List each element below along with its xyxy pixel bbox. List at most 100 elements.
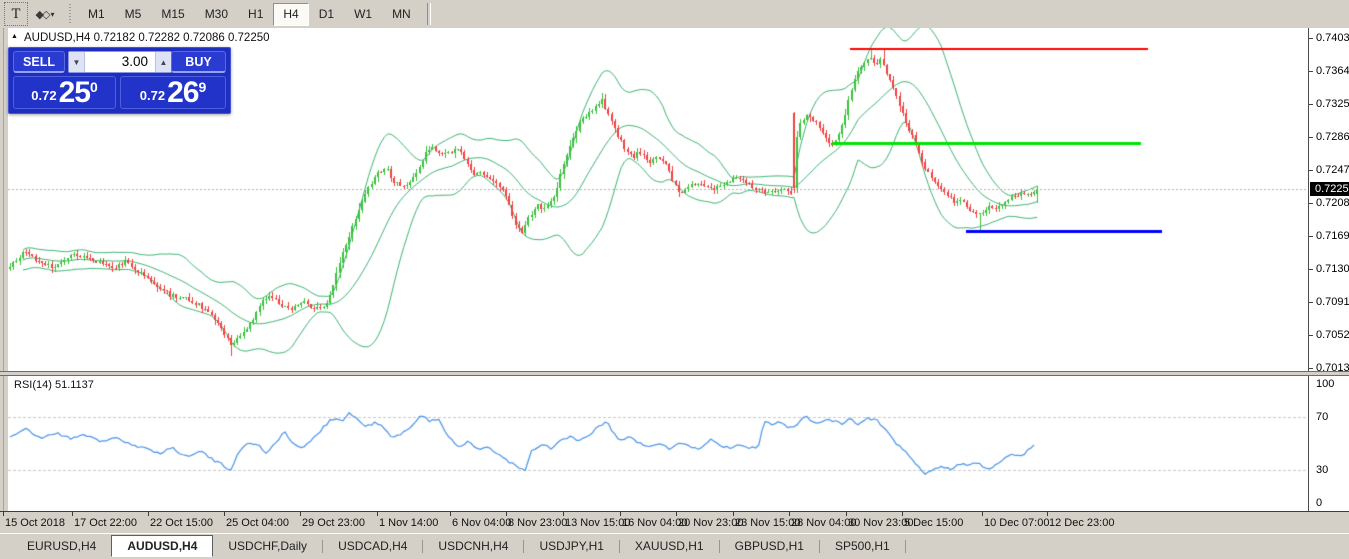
one-click-trading-panel: SELL ▼ 3.00 ▲ BUY 0.72 25 0 0.72 26 9 <box>8 47 231 114</box>
chart-tab-xauusd[interactable]: XAUUSD,H1 <box>620 537 719 556</box>
price-axis-tick <box>1309 71 1313 72</box>
price-axis-tick <box>1309 269 1313 270</box>
toolbar-separator <box>427 3 431 25</box>
chart-tab-usdcnh[interactable]: USDCNH,H4 <box>423 537 523 556</box>
time-axis-tick <box>3 512 4 516</box>
timeframe-button-m1[interactable]: M1 <box>78 3 115 26</box>
chevron-down-icon: ▾ <box>50 10 54 19</box>
time-axis-label: 17 Oct 22:00 <box>74 517 137 529</box>
current-price-tag: 0.72250 <box>1310 182 1349 196</box>
time-axis[interactable]: 15 Oct 2018 17 Oct 22:00 22 Oct 15:00 25 Oc… <box>0 511 1349 533</box>
objects-tool-button[interactable]: ◆◇ ▾ <box>30 3 60 25</box>
time-axis-label: 15 Oct 2018 <box>5 517 65 529</box>
chart-tab-audusd[interactable]: AUDUSD,H4 <box>111 535 213 557</box>
collapse-arrow-icon[interactable]: ▲ <box>11 33 18 40</box>
time-axis-tick <box>300 512 301 516</box>
price-axis-label: 0.73250 <box>1316 98 1349 110</box>
price-axis-tick <box>1309 302 1313 303</box>
chart-tab-usdchf[interactable]: USDCHF,Daily <box>213 537 322 556</box>
buy-price-display[interactable]: 0.72 26 9 <box>120 76 226 109</box>
rsi-axis-label: 100 <box>1316 378 1334 390</box>
timeframe-button-w1[interactable]: W1 <box>344 3 382 26</box>
time-axis-tick <box>563 512 564 516</box>
pane-splitter[interactable] <box>0 371 1349 376</box>
price-axis-label: 0.72860 <box>1316 131 1349 143</box>
chart-tab-gbpusd[interactable]: GBPUSD,H1 <box>720 537 819 556</box>
sell-button[interactable]: SELL <box>13 51 65 73</box>
time-axis-label: 1 Nov 14:00 <box>379 517 438 529</box>
price-axis-label: 0.72080 <box>1316 197 1349 209</box>
buy-price-sup: 9 <box>198 80 206 94</box>
time-axis-label: 25 Oct 04:00 <box>226 517 289 529</box>
buy-button[interactable]: BUY <box>171 51 226 73</box>
time-axis-label: 12 Dec 23:00 <box>1049 517 1114 529</box>
time-axis-tick <box>676 512 677 516</box>
chart-tab-bar: EURUSD,H4AUDUSD,H4USDCHF,DailyUSDCAD,H4U… <box>0 533 1349 556</box>
tab-divider <box>905 540 906 553</box>
terminal-window: T ◆◇ ▾ M1M5M15M30H1H4D1W1MN ▲ AUDUSD,H4 … <box>0 0 1349 559</box>
price-axis-tick <box>1309 170 1313 171</box>
chart-tab-usdjpy[interactable]: USDJPY,H1 <box>524 537 618 556</box>
buy-price-big: 26 <box>167 79 198 107</box>
price-axis-tick <box>1309 203 1313 204</box>
chart-tab-sp500[interactable]: SP500,H1 <box>820 537 905 556</box>
timeframe-button-h1[interactable]: H1 <box>238 3 273 26</box>
price-axis-label: 0.73640 <box>1316 65 1349 77</box>
volume-input[interactable]: 3.00 <box>85 52 155 72</box>
price-axis-label: 0.70910 <box>1316 296 1349 308</box>
price-axis-tick <box>1309 104 1313 105</box>
time-axis-label: 5 Dec 15:00 <box>904 517 963 529</box>
time-axis-tick <box>1047 512 1048 516</box>
price-axis-label: 0.71690 <box>1316 230 1349 242</box>
volume-stepper: ▼ 3.00 ▲ <box>68 51 172 73</box>
time-axis-tick <box>733 512 734 516</box>
price-axis-label: 0.71300 <box>1316 263 1349 275</box>
timeframe-button-m30[interactable]: M30 <box>195 3 238 26</box>
time-axis-label: 29 Oct 23:00 <box>302 517 365 529</box>
timeframe-button-m5[interactable]: M5 <box>115 3 152 26</box>
time-axis-tick <box>148 512 149 516</box>
timeframe-button-d1[interactable]: D1 <box>309 3 344 26</box>
timeframe-button-mn[interactable]: MN <box>382 3 421 26</box>
price-axis[interactable]: 0.740300.736400.732500.728600.724700.720… <box>1308 28 1349 511</box>
time-axis-label: 13 Nov 15:00 <box>565 517 630 529</box>
price-axis-label: 0.72470 <box>1316 164 1349 176</box>
toolbar: T ◆◇ ▾ M1M5M15M30H1H4D1W1MN <box>0 0 1349 29</box>
price-axis-tick <box>1309 335 1313 336</box>
time-axis-tick <box>902 512 903 516</box>
sell-price-prefix: 0.72 <box>31 84 56 107</box>
text-tool-button[interactable]: T <box>4 2 28 26</box>
rsi-canvas[interactable] <box>8 376 1308 511</box>
time-axis-label: 6 Nov 04:00 <box>452 517 511 529</box>
window-left-edge <box>0 28 8 533</box>
time-axis-tick <box>846 512 847 516</box>
volume-decrease-icon[interactable]: ▼ <box>69 52 85 72</box>
volume-increase-icon[interactable]: ▲ <box>155 52 171 72</box>
price-axis-tick <box>1309 38 1313 39</box>
chart-tab-usdcad[interactable]: USDCAD,H4 <box>323 537 422 556</box>
sell-price-display[interactable]: 0.72 25 0 <box>13 76 116 109</box>
objects-icon: ◆◇ <box>36 8 49 21</box>
rsi-indicator-pane[interactable] <box>8 376 1308 511</box>
chart-title: AUDUSD,H4 0.72182 0.72282 0.72086 0.7225… <box>24 32 270 44</box>
time-axis-tick <box>982 512 983 516</box>
toolbar-grip[interactable] <box>68 4 73 24</box>
rsi-axis-label: 0 <box>1316 497 1322 509</box>
timeframe-button-m15[interactable]: M15 <box>151 3 194 26</box>
time-axis-label: 28 Nov 04:00 <box>791 517 856 529</box>
time-axis-tick <box>506 512 507 516</box>
time-axis-label: 22 Oct 15:00 <box>150 517 213 529</box>
time-axis-tick <box>620 512 621 516</box>
time-axis-tick <box>789 512 790 516</box>
price-axis-label: 0.70520 <box>1316 329 1349 341</box>
price-axis-tick <box>1309 137 1313 138</box>
time-axis-tick <box>377 512 378 516</box>
timeframe-button-h4[interactable]: H4 <box>273 3 308 26</box>
price-axis-tick <box>1309 368 1313 369</box>
sell-price-sup: 0 <box>90 80 98 94</box>
sell-price-big: 25 <box>59 79 90 107</box>
time-axis-label: 20 Nov 23:00 <box>678 517 743 529</box>
buy-price-prefix: 0.72 <box>140 84 165 107</box>
time-axis-label: 8 Nov 23:00 <box>508 517 567 529</box>
chart-tab-eurusd[interactable]: EURUSD,H4 <box>12 537 111 556</box>
